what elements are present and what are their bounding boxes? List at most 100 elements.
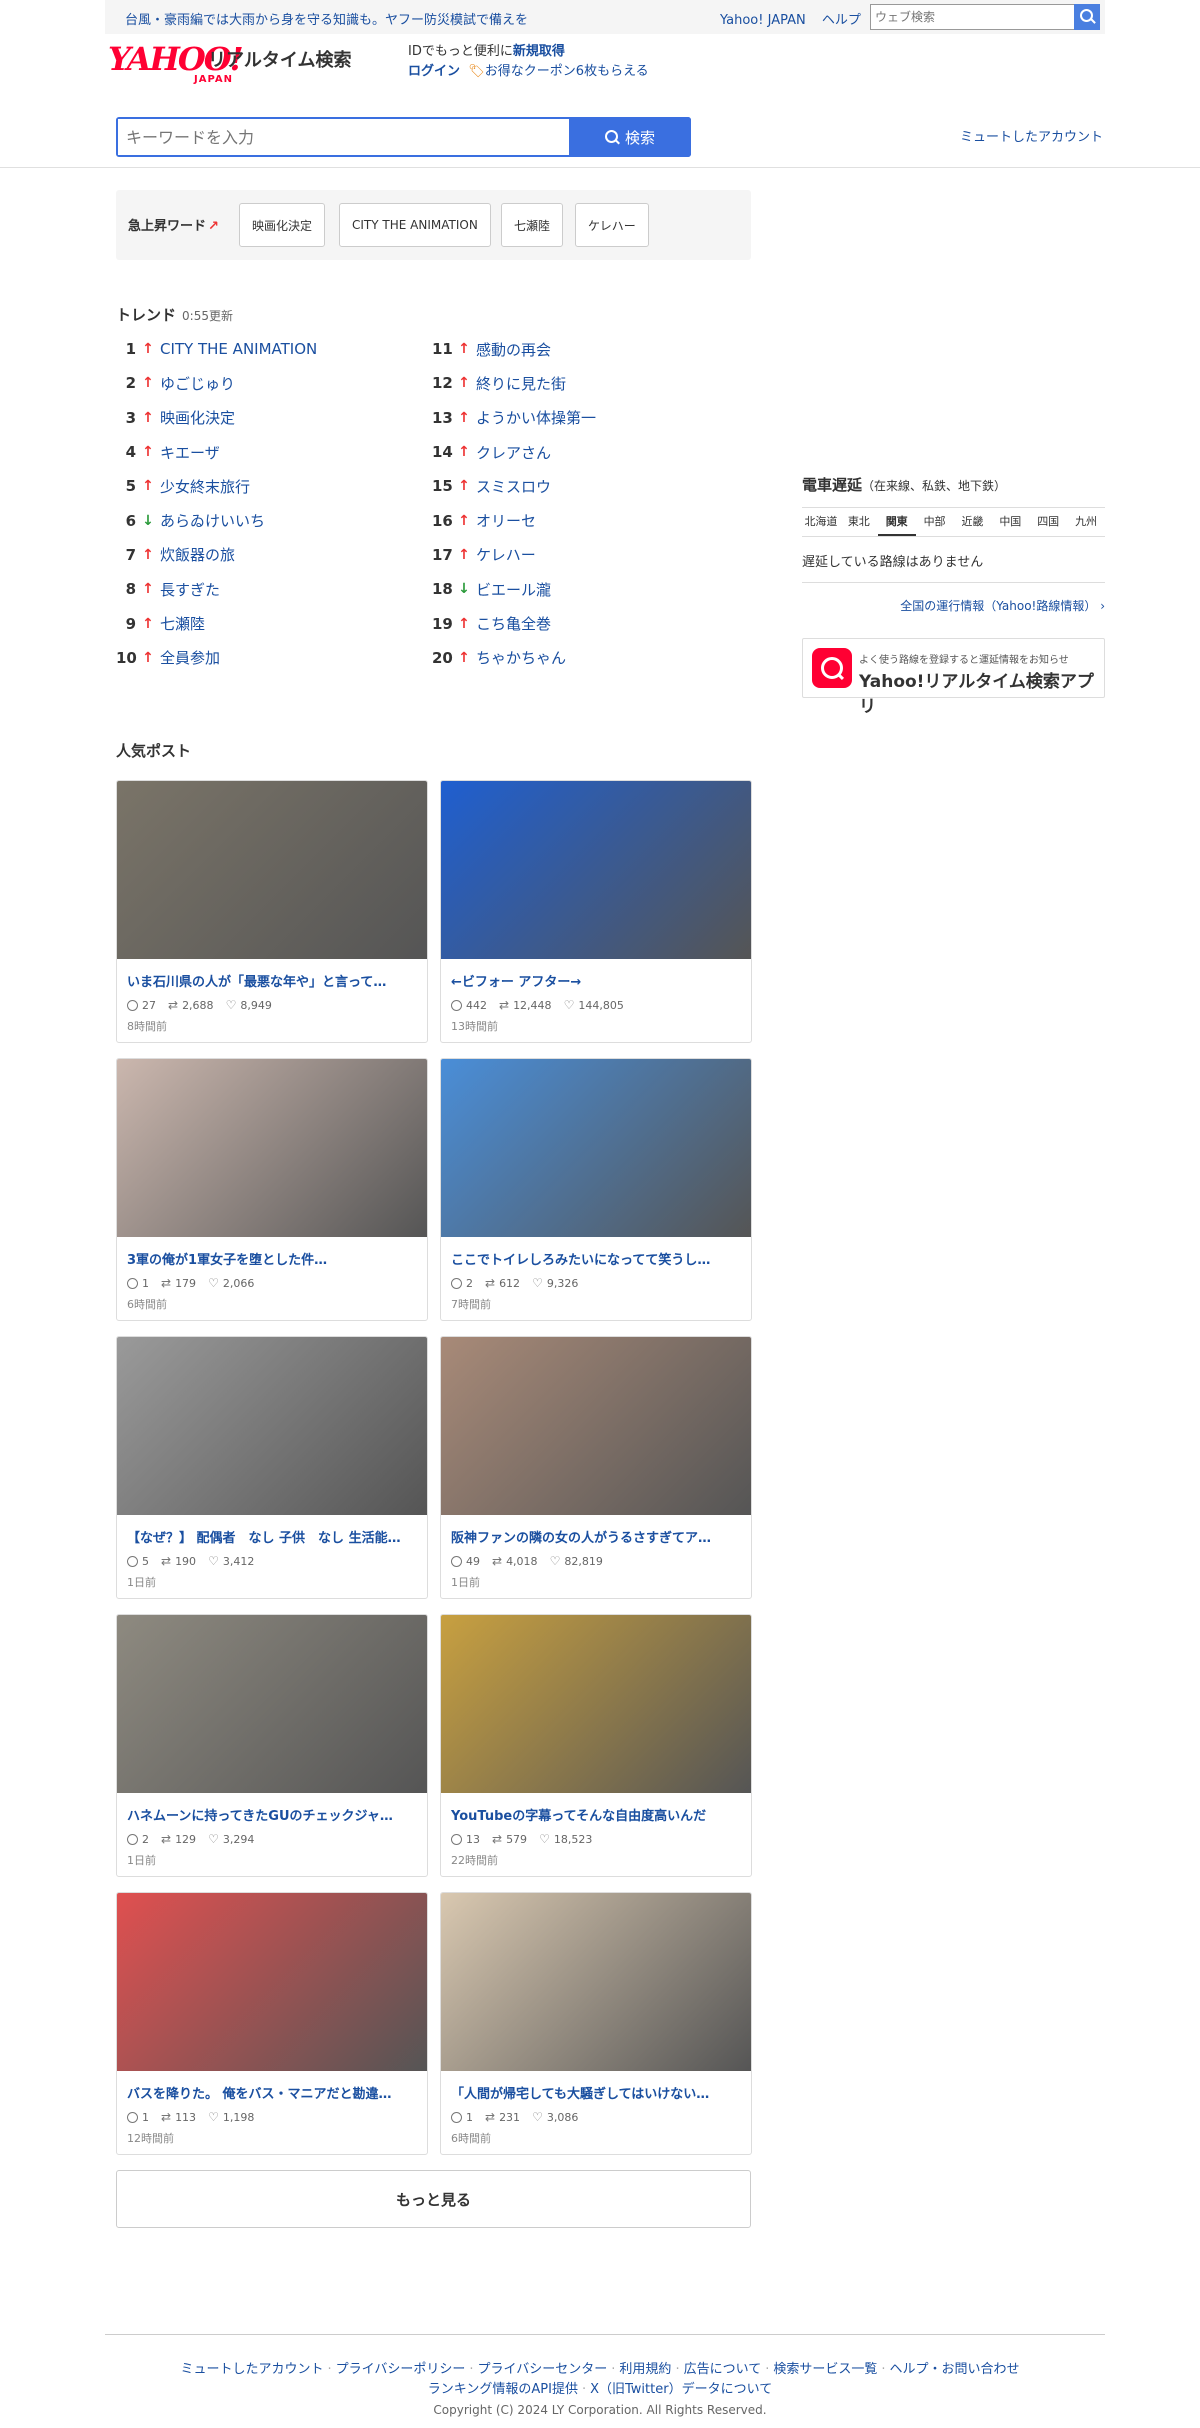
post-title[interactable]: YouTubeの字幕ってそんな自由度高いんだ [451,1805,741,1824]
post-card[interactable]: 阪神ファンの隣の女の人がうるさすぎてア… 49 ⇄ 4,018 ♡ 82,819 1日前 [440,1336,752,1599]
post-title[interactable]: ハネムーンに持ってきたGUのチェックジャ… [127,1805,417,1824]
post-card[interactable]: YouTubeの字幕ってそんな自由度高いんだ 13 ⇄ 579 ♡ 18,523 22時間前 [440,1614,752,1877]
footer-link[interactable]: X（旧Twitter）データについて [590,2382,772,2397]
region-tab[interactable]: 近畿 [954,508,992,536]
trend-item[interactable]: 4 ↑ キエーザ [116,435,317,469]
post-title[interactable]: バスを降りた。 俺をバス・マニアだと勘違… [127,2083,417,2102]
post-card[interactable]: ←ビフォー アフター→ 442 ⇄ 12,448 ♡ 144,805 13時間前 [440,780,752,1043]
trend-item[interactable]: 7 ↑ 炊飯器の旅 [116,538,317,572]
post-image[interactable] [441,1615,751,1793]
trend-item[interactable]: 1 ↑ CITY THE ANIMATION [116,332,318,366]
trend-keyword[interactable]: 映画化決定 [160,407,235,428]
trend-keyword[interactable]: あらゐけいいち [160,510,265,531]
footer-link[interactable]: 検索サービス一覧 [773,2362,877,2377]
region-tab[interactable]: 四国 [1029,508,1067,536]
train-info-link[interactable]: 全国の運行情報（Yahoo!路線情報） › [802,597,1105,614]
yahoo-logo[interactable]: YAHOO! JAPAN リアルタイム検索 [108,40,398,85]
region-tab[interactable]: 北海道 [802,508,840,536]
trend-item[interactable]: 5 ↑ 少女終末旅行 [116,469,317,503]
trend-keyword[interactable]: 少女終末旅行 [160,476,250,497]
post-card[interactable]: 【なぜ？】 配偶者 なし 子供 なし 生活能… 5 ⇄ 190 ♡ 3,412 1日前 [116,1336,428,1599]
post-image[interactable] [441,1893,751,2071]
trend-keyword[interactable]: 七瀬陸 [160,613,205,634]
footer-link[interactable]: ミュートしたアカウント [180,2362,323,2377]
web-search-button[interactable] [1074,4,1100,30]
post-title[interactable]: いま石川県の人が「最悪な年や」と言って… [127,971,417,990]
footer-link[interactable]: ランキング情報のAPI提供 [428,2382,578,2397]
trend-item[interactable]: 12 ↑ 終りに見た街 [432,366,596,400]
post-image[interactable] [441,781,751,959]
trend-item[interactable]: 16 ↑ オリーセ [432,503,596,537]
rising-chip[interactable]: 映画化決定 [239,203,326,247]
footer-link[interactable]: 利用規約 [619,2362,671,2377]
trend-item[interactable]: 8 ↑ 長すぎた [116,572,317,606]
post-card[interactable]: いま石川県の人が「最悪な年や」と言って… 27 ⇄ 2,688 ♡ 8,949 8時間前 [116,780,428,1043]
trend-item[interactable]: 17 ↑ ケレハー [432,538,596,572]
trend-item[interactable]: 10 ↑ 全員参加 [116,641,317,675]
region-tab[interactable]: 関東 [877,508,916,536]
trend-item[interactable]: 14 ↑ クレアさん [432,435,596,469]
web-search-input[interactable] [871,5,1067,29]
trend-keyword[interactable]: ようかい体操第一 [476,407,596,428]
trend-item[interactable]: 13 ↑ ようかい体操第一 [432,401,596,435]
search-input[interactable] [118,119,568,155]
post-card[interactable]: ハネムーンに持ってきたGUのチェックジャ… 2 ⇄ 129 ♡ 3,294 1日前 [116,1614,428,1877]
footer-link[interactable]: 広告について [684,2362,762,2377]
post-title[interactable]: ここでトイレしろみたいになってて笑うし… [451,1249,741,1268]
trend-item[interactable]: 9 ↑ 七瀬陸 [116,606,317,640]
post-title[interactable]: 阪神ファンの隣の女の人がうるさすぎてア… [451,1527,741,1546]
post-title[interactable]: ←ビフォー アフター→ [451,971,741,990]
post-image[interactable] [441,1337,751,1515]
post-card[interactable]: バスを降りた。 俺をバス・マニアだと勘違… 1 ⇄ 113 ♡ 1,198 12時間前 [116,1892,428,2155]
trend-keyword[interactable]: こち亀全巻 [476,613,551,634]
post-title[interactable]: 【なぜ？】 配偶者 なし 子供 なし 生活能… [127,1527,417,1546]
trend-keyword[interactable]: ケレハー [476,544,536,565]
footer-link[interactable]: プライバシーポリシー [336,2362,466,2377]
yahoo-japan-link[interactable]: Yahoo! JAPAN [720,13,806,28]
post-image[interactable] [117,781,427,959]
trend-keyword[interactable]: ちゃかちゃん [476,647,566,668]
trend-keyword[interactable]: クレアさん [476,442,551,463]
trend-item[interactable]: 15 ↑ スミスロウ [432,469,596,503]
post-image[interactable] [441,1059,751,1237]
post-image[interactable] [117,1615,427,1793]
trend-keyword[interactable]: スミスロウ [476,476,551,497]
trend-keyword[interactable]: オリーセ [476,510,536,531]
trend-keyword[interactable]: 炊飯器の旅 [160,544,235,565]
disaster-notice-link[interactable]: 台風・豪雨編では大雨から身を守る知識も。ヤフー防災模試で備えを [125,9,528,28]
trend-keyword[interactable]: 全員参加 [160,647,220,668]
rising-chip[interactable]: CITY THE ANIMATION [339,203,491,247]
app-banner[interactable]: よく使う路線を登録すると運延情報をお知らせ Yahoo!リアルタイム検索アプリ [802,638,1105,717]
more-button[interactable]: もっと見る [116,2170,751,2228]
region-tab[interactable]: 九州 [1067,508,1105,536]
login-link[interactable]: ログイン [408,64,460,79]
trend-keyword[interactable]: ゆごじゅり [160,373,235,394]
search-button[interactable]: 検索 [569,117,691,157]
post-image[interactable] [117,1893,427,2071]
region-tab[interactable]: 東北 [840,508,878,536]
trend-keyword[interactable]: CITY THE ANIMATION [160,340,317,358]
trend-keyword[interactable]: 長すぎた [160,579,220,600]
signup-link[interactable]: 新規取得 [513,44,565,59]
coupon-link[interactable]: 🏷お得なクーポン6枚もらえる [468,64,648,79]
rising-chip[interactable]: ケレハー [575,203,649,247]
post-title[interactable]: 3軍の俺が1軍女子を堕とした件… [127,1249,417,1268]
post-title[interactable]: 「人間が帰宅しても大騒ぎしてはいけない… [451,2083,741,2102]
region-tab[interactable]: 中国 [991,508,1029,536]
trend-item[interactable]: 2 ↑ ゆごじゅり [116,366,317,400]
footer-link[interactable]: ヘルプ・お問い合わせ [890,2362,1020,2377]
post-image[interactable] [117,1059,427,1237]
footer-link[interactable]: プライバシーセンター [478,2362,608,2377]
help-link[interactable]: ヘルプ [822,13,861,28]
trend-keyword[interactable]: 終りに見た街 [476,373,566,394]
trend-item[interactable]: 19 ↑ こち亀全巻 [432,606,596,640]
trend-keyword[interactable]: ビエール瀧 [476,579,551,600]
trend-item[interactable]: 6 ↓ あらゐけいいち [116,503,317,537]
trend-item[interactable]: 11 ↑ 感動の再会 [432,332,596,366]
trend-keyword[interactable]: 感動の再会 [476,339,551,360]
region-tab[interactable]: 中部 [916,508,954,536]
post-card[interactable]: ここでトイレしろみたいになってて笑うし… 2 ⇄ 612 ♡ 9,326 7時間前 [440,1058,752,1321]
post-image[interactable] [117,1337,427,1515]
post-card[interactable]: 3軍の俺が1軍女子を堕とした件… 1 ⇄ 179 ♡ 2,066 6時間前 [116,1058,428,1321]
trend-item[interactable]: 3 ↑ 映画化決定 [116,401,317,435]
